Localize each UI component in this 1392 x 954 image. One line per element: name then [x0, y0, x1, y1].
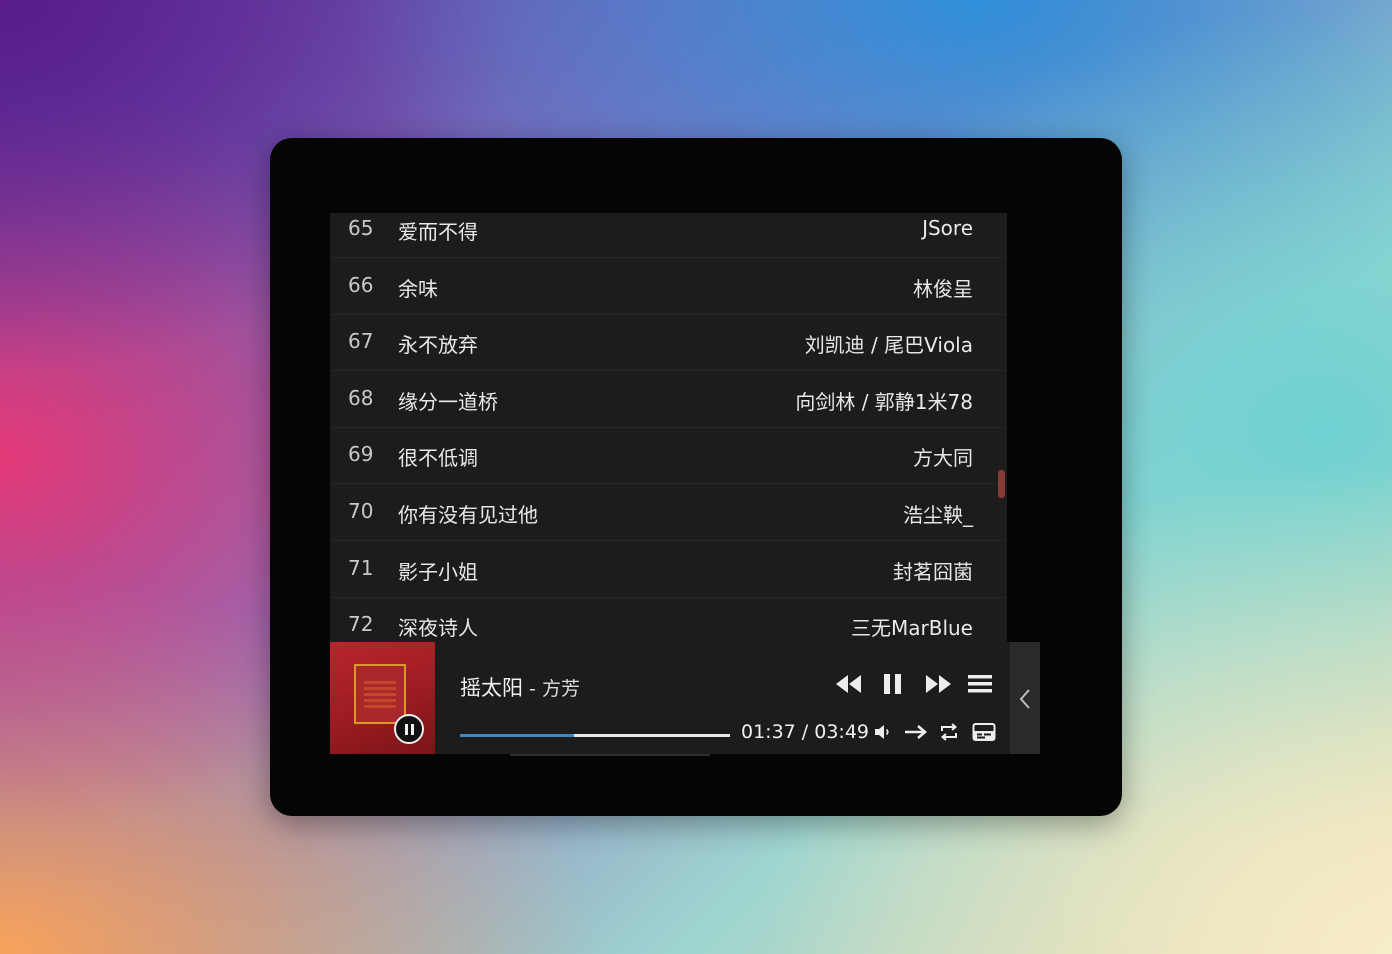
track-title: 摇太阳: [460, 676, 523, 700]
song-title: 你有没有见过他: [398, 503, 538, 527]
song-artist: 三无MarBlue: [851, 616, 973, 640]
playlist-row[interactable]: 71 影子小姐 封茗囧菌: [330, 541, 1007, 598]
playlist-row[interactable]: 68 缘分一道桥 向剑林 / 郭静1米78: [330, 371, 1007, 428]
skip-forward-icon[interactable]: [924, 672, 952, 696]
playlist-row[interactable]: 72 深夜诗人 三无MarBlue: [330, 597, 1007, 642]
song-number: 67: [348, 329, 374, 353]
song-title: 深夜诗人: [398, 616, 478, 640]
song-artist: 方大同: [913, 446, 973, 470]
progress-bar[interactable]: [460, 734, 730, 737]
song-number: 66: [348, 273, 374, 297]
chevron-left-icon: [1018, 688, 1032, 710]
divider: [510, 754, 710, 756]
menu-icon[interactable]: [967, 673, 993, 695]
pause-button[interactable]: [882, 672, 904, 696]
song-artist: 封茗囧菌: [893, 560, 973, 584]
song-title: 很不低调: [398, 446, 478, 470]
song-number: 68: [348, 386, 374, 410]
playlist-row[interactable]: 66 余味 林俊呈: [330, 258, 1007, 315]
track-artist: 方芳: [541, 678, 580, 700]
volume-icon[interactable]: [873, 722, 893, 742]
playlist: 65 爱而不得 JSore 66 余味 林俊呈 67 永不放弃 刘凯迪 / 尾巴…: [330, 213, 1007, 642]
song-number: 70: [348, 499, 374, 523]
list-toggle-button[interactable]: [1010, 642, 1040, 754]
pause-icon[interactable]: [394, 714, 424, 744]
player-window: 65 爱而不得 JSore 66 余味 林俊呈 67 永不放弃 刘凯迪 / 尾巴…: [270, 138, 1122, 816]
now-playing: 摇太阳 - 方芳: [460, 672, 580, 702]
loop-icon[interactable]: [938, 722, 960, 742]
track-separator: -: [523, 678, 542, 700]
playlist-row[interactable]: 67 永不放弃 刘凯迪 / 尾巴Viola: [330, 314, 1007, 371]
player-bar: 摇太阳 - 方芳 01:37 / 03:49: [330, 642, 1010, 754]
playlist-row[interactable]: 70 你有没有见过他 浩尘鞅_: [330, 484, 1007, 541]
song-number: 65: [348, 216, 374, 240]
album-art: [354, 664, 406, 724]
song-title: 影子小姐: [398, 560, 478, 584]
song-number: 69: [348, 442, 374, 466]
song-number: 71: [348, 556, 374, 580]
song-artist: JSore: [922, 216, 973, 240]
song-title: 缘分一道桥: [398, 390, 498, 414]
album-cover[interactable]: [330, 642, 435, 754]
order-icon[interactable]: [903, 722, 929, 742]
song-title: 爱而不得: [398, 220, 478, 244]
song-title: 余味: [398, 277, 438, 301]
song-number: 72: [348, 612, 374, 636]
song-title: 永不放弃: [398, 333, 478, 357]
song-artist: 向剑林 / 郭静1米78: [795, 390, 973, 414]
playlist-row[interactable]: 65 爱而不得 JSore: [330, 213, 1007, 258]
playlist-row[interactable]: 69 很不低调 方大同: [330, 427, 1007, 484]
song-artist: 刘凯迪 / 尾巴Viola: [804, 333, 973, 357]
playlist-scrollbar[interactable]: [998, 470, 1005, 498]
time-display: 01:37 / 03:49: [741, 721, 869, 743]
progress-played: [460, 734, 575, 737]
skip-back-icon[interactable]: [835, 672, 863, 696]
song-artist: 浩尘鞅_: [903, 503, 973, 527]
lyrics-icon[interactable]: [972, 722, 996, 742]
song-artist: 林俊呈: [913, 277, 973, 301]
